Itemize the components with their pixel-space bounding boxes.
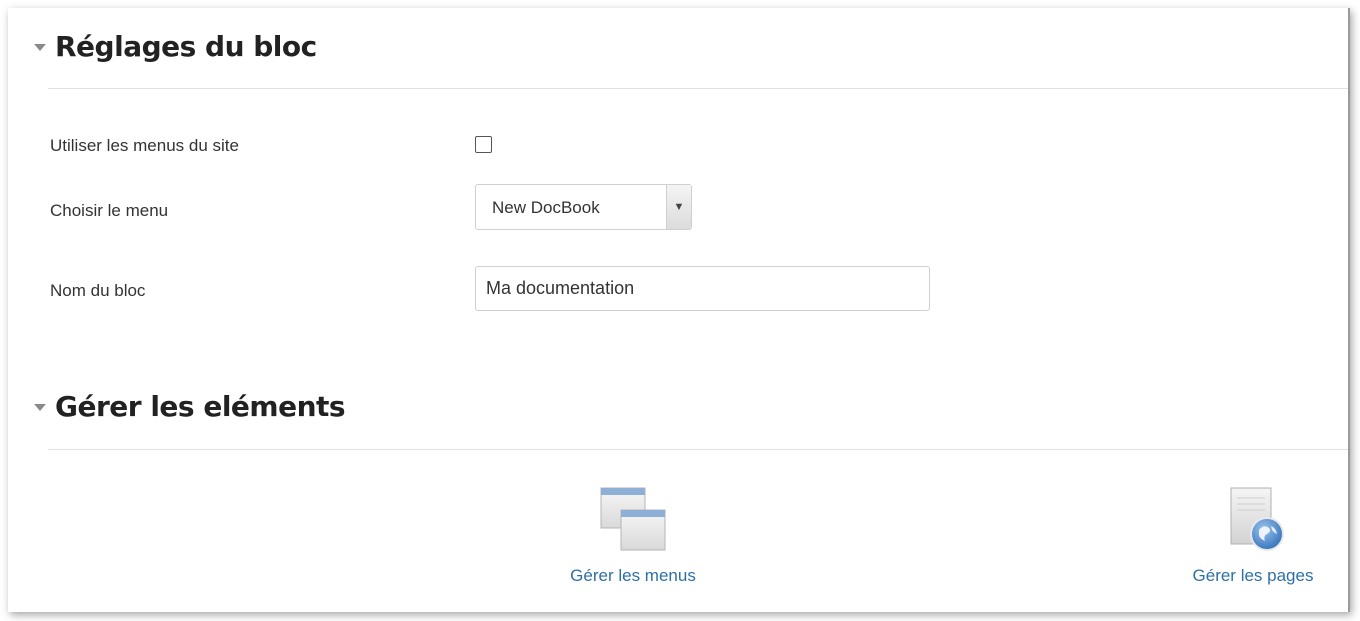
manage-menus-link[interactable]: Gérer les menus	[553, 486, 713, 586]
globe-page-icon	[1217, 486, 1289, 554]
collapse-caret-icon	[34, 404, 46, 411]
collapse-caret-icon	[34, 44, 46, 51]
section-manage-elements-header[interactable]: Gérer les eléments	[34, 390, 346, 423]
choose-menu-label: Choisir le menu	[50, 201, 169, 220]
block-name-input[interactable]	[475, 266, 930, 311]
block-name-label: Nom du bloc	[50, 281, 146, 300]
section-title: Gérer les eléments	[55, 390, 346, 423]
block-settings-panel: Réglages du bloc Utiliser les menus du s…	[8, 8, 1350, 612]
manage-menus-label: Gérer les menus	[570, 566, 696, 585]
choose-menu-selected-value: New DocBook	[492, 198, 600, 217]
section-divider	[48, 449, 1348, 450]
windows-icon	[597, 486, 669, 554]
manage-pages-label: Gérer les pages	[1192, 566, 1314, 585]
chevron-down-icon[interactable]: ▼	[666, 185, 691, 229]
section-title: Réglages du bloc	[55, 30, 317, 63]
section-block-settings-header[interactable]: Réglages du bloc	[34, 30, 317, 63]
choose-menu-select[interactable]: New DocBook ▼	[475, 184, 692, 230]
section-divider	[48, 88, 1348, 89]
use-site-menus-label: Utiliser les menus du site	[50, 136, 239, 155]
use-site-menus-checkbox[interactable]	[475, 136, 492, 153]
manage-pages-link[interactable]: Gérer les pages	[1173, 486, 1333, 586]
